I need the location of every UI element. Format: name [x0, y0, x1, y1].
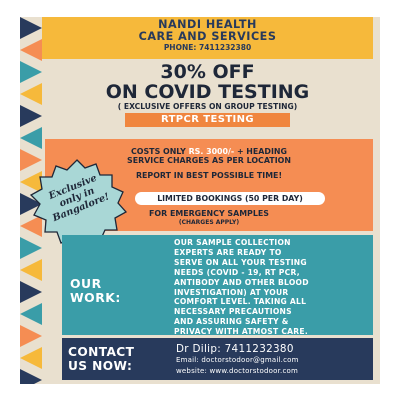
strip-triangle — [20, 325, 42, 347]
our-work-label: OUR WORK: — [70, 277, 150, 305]
contact-doctor-phone: Dr Dilip: 7411232380 — [176, 343, 294, 355]
contact-label-line1: CONTACT — [68, 345, 135, 359]
strip-triangle — [20, 259, 42, 281]
work-line: NECESSARY PRECAUTIONS — [174, 307, 292, 317]
header-title-line2: CARE AND SERVICES — [138, 30, 277, 43]
contact-website: website: www.doctorstodoor.com — [176, 367, 299, 375]
offer-headline-line2: ON COVID TESTING — [105, 81, 310, 103]
strip-triangle — [20, 39, 42, 61]
rtpcr-testing-label: RTPCR TESTING — [125, 113, 290, 127]
work-line: AND ASSURING SAFETY & — [174, 317, 289, 327]
cost-line: COSTS ONLY RS. 3000/- + HEADING — [45, 147, 373, 156]
work-line: INVESTIGATION) AT YOUR — [174, 287, 289, 297]
strip-triangle — [20, 17, 42, 39]
contact-label: CONTACT US NOW: — [68, 345, 168, 373]
strip-triangle — [20, 61, 42, 83]
offer-headline-line1: 30% OFF — [160, 61, 255, 83]
strip-triangle — [20, 369, 42, 384]
work-line: SERVE ON ALL YOUR TESTING — [174, 257, 307, 267]
work-line: OUR SAMPLE COLLECTION — [174, 238, 291, 247]
limited-bookings-pill: LIMITED BOOKINGS (50 PER DAY) — [135, 192, 325, 205]
work-line: ANTIBODY AND OTHER BLOOD — [174, 277, 309, 287]
contact-email: Email: doctorstodoor@gmail.com — [176, 356, 299, 364]
work-line: COMFORT LEVEL. TAKING ALL — [174, 297, 307, 307]
work-line: EXPERTS ARE READY TO — [174, 247, 282, 257]
header-banner: NANDI HEALTH CARE AND SERVICES PHONE: 74… — [42, 17, 373, 59]
work-line: PRIVACY WITH ATMOST CARE. — [174, 327, 308, 337]
cost-amount: RS. 3000/- — [188, 147, 235, 156]
work-line: NEEDS (COVID - 19, RT PCR, — [174, 267, 300, 277]
strip-triangle — [20, 83, 42, 105]
strip-triangle — [20, 303, 42, 325]
cost-prefix: COSTS ONLY — [131, 147, 189, 156]
our-work-description: OUR SAMPLE COLLECTION EXPERTS ARE READY … — [174, 238, 370, 337]
strip-triangle — [20, 105, 42, 127]
strip-triangle — [20, 347, 42, 369]
offer-subtitle: ( EXCLUSIVE OFFERS ON GROUP TESTING) — [117, 102, 298, 111]
strip-triangle — [20, 281, 42, 303]
header-phone: PHONE: 7411232380 — [163, 43, 252, 52]
our-work-label-line2: WORK: — [70, 290, 121, 305]
contact-label-line2: US NOW: — [68, 359, 133, 373]
strip-triangle — [20, 127, 42, 149]
our-work-label-line1: OUR — [70, 276, 102, 291]
cost-suffix: + HEADING — [234, 147, 287, 156]
